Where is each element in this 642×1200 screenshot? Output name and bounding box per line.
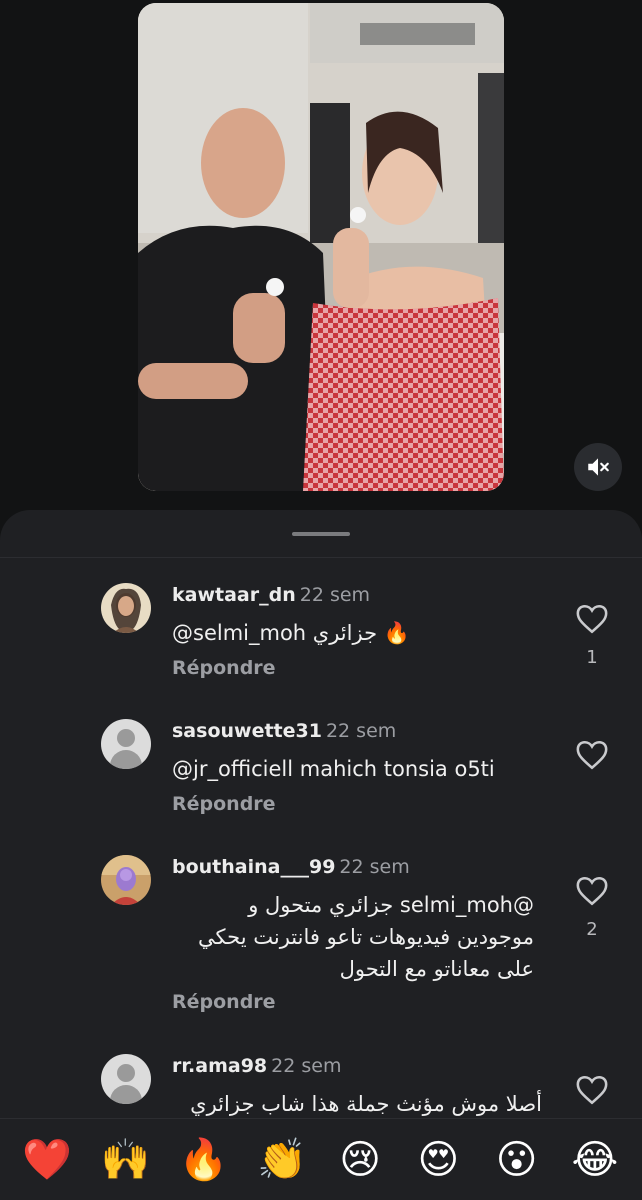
heart-icon[interactable] — [575, 739, 609, 771]
raising-hands-emoji-button[interactable]: 🙌 — [95, 1140, 155, 1180]
emoji-reaction-bar: ❤️ 🙌 🔥 👏 😢 😍 😮 😂 — [0, 1118, 642, 1200]
comment-time: 22 sem — [271, 1055, 342, 1077]
video-frame — [138, 3, 504, 491]
clapping-emoji-button[interactable]: 👏 — [252, 1140, 312, 1180]
mute-button[interactable] — [574, 443, 622, 491]
avatar[interactable] — [101, 583, 151, 633]
avatar[interactable] — [101, 855, 151, 905]
surprised-emoji-button[interactable]: 😮 — [487, 1140, 547, 1180]
like-count: 2 — [586, 919, 598, 940]
comment-time: 22 sem — [339, 856, 410, 878]
heart-icon[interactable] — [575, 603, 609, 635]
comment-meta: kawtaar_dn 22 sem — [172, 583, 370, 607]
comment-username[interactable]: sasouwette31 — [172, 720, 322, 742]
crying-emoji-button[interactable]: 😢 — [330, 1140, 390, 1180]
comment-meta: bouthaina___99 22 sem — [172, 855, 410, 879]
heart-eyes-emoji-button[interactable]: 😍 — [408, 1140, 468, 1180]
comment-meta: sasouwette31 22 sem — [172, 719, 396, 743]
reply-button[interactable]: Répondre — [172, 657, 276, 679]
comment-text: أصلا موش مؤنث جملة هذا شاب جزائري — [190, 1092, 542, 1116]
avatar[interactable] — [101, 719, 151, 769]
comment-text: @selmi_moh جزائري 🔥 — [172, 621, 410, 645]
video-player[interactable] — [138, 3, 504, 491]
comment-username[interactable]: kawtaar_dn — [172, 584, 296, 606]
comment-username[interactable]: rr.ama98 — [172, 1055, 267, 1077]
video-area — [0, 0, 642, 540]
comment-time: 22 sem — [299, 584, 371, 606]
heart-icon[interactable] — [575, 875, 609, 907]
reply-button[interactable]: Répondre — [172, 793, 276, 815]
heart-emoji-button[interactable]: ❤️ — [17, 1140, 77, 1180]
comment-text: @jr_officiell mahich tonsia o5ti — [172, 757, 495, 781]
comment-text: @selmi_moh جزائري متحول و موجودين فيديوه… — [198, 893, 534, 981]
heart-icon[interactable] — [575, 1074, 609, 1106]
volume-muted-icon — [588, 458, 609, 476]
sheet-drag-handle[interactable] — [292, 532, 350, 536]
fire-emoji-button[interactable]: 🔥 — [174, 1140, 234, 1180]
reply-button[interactable]: Répondre — [172, 991, 276, 1013]
divider — [0, 557, 642, 558]
laughing-emoji-button[interactable]: 😂 — [565, 1140, 625, 1180]
like-count: 1 — [586, 647, 598, 668]
avatar[interactable] — [101, 1054, 151, 1104]
comment-meta: rr.ama98 22 sem — [172, 1054, 341, 1078]
comment-username[interactable]: bouthaina___99 — [172, 856, 335, 878]
comment-time: 22 sem — [325, 720, 397, 742]
